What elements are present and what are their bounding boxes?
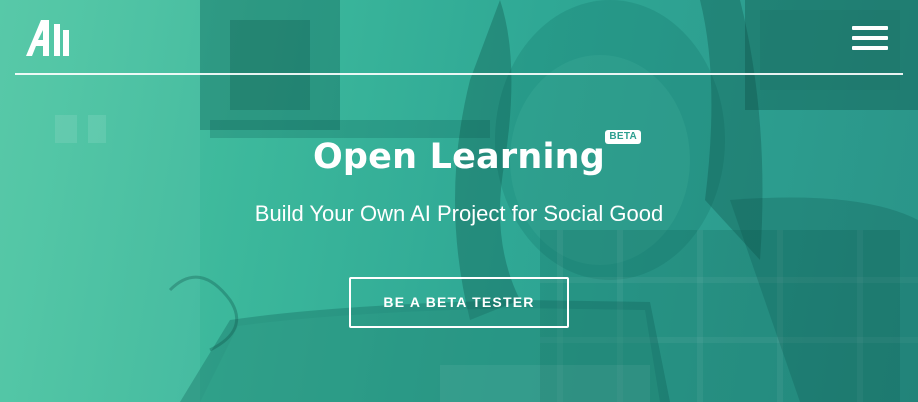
navbar xyxy=(0,0,918,75)
hero-subtitle: Build Your Own AI Project for Social Goo… xyxy=(254,201,664,226)
navbar-divider xyxy=(15,73,903,75)
beta-badge: BETA xyxy=(605,130,642,144)
hero-section: Open Learning BETA Build Your Own AI Pro… xyxy=(0,0,918,402)
menu-bar-middle xyxy=(852,36,888,40)
hero-title-wrap: Open Learning BETA xyxy=(0,130,918,182)
ai-logo-icon[interactable] xyxy=(24,18,72,58)
hero-title-text: Open Learning xyxy=(312,137,606,177)
hero-title: Open Learning BETA xyxy=(312,130,642,182)
hamburger-menu-icon[interactable] xyxy=(852,26,888,52)
menu-bar-bottom xyxy=(852,46,888,50)
be-a-beta-tester-button[interactable]: BE A BETA TESTER xyxy=(349,277,569,328)
menu-bar-top xyxy=(852,26,888,30)
